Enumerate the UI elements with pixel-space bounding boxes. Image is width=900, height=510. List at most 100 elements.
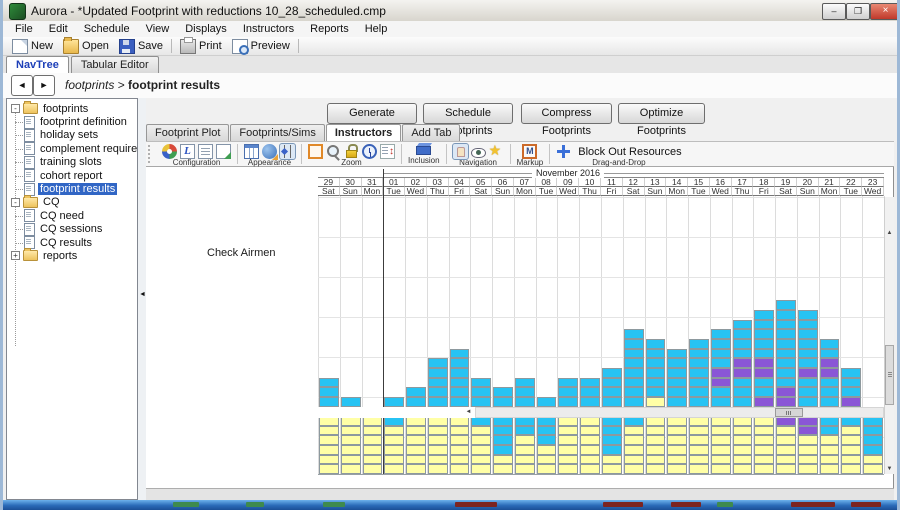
tree-item-cq-results[interactable]: CQ results: [7, 236, 137, 249]
footprint-cell-cyan[interactable]: [798, 320, 818, 330]
footprint-cell-cyan[interactable]: [319, 397, 339, 407]
tree-item-complement-requirements[interactable]: complement requirements: [7, 142, 137, 155]
footprint-cell-cyan[interactable]: [624, 387, 644, 397]
footprint-cell-yellow[interactable]: [646, 445, 666, 455]
footprint-cell-cyan[interactable]: [689, 349, 709, 359]
footprint-cell-yellow[interactable]: [733, 435, 753, 445]
footprint-cell-yellow[interactable]: [471, 445, 491, 455]
footprint-cell-cyan[interactable]: [450, 358, 470, 368]
menu-item-reports[interactable]: Reports: [302, 23, 357, 35]
footprint-cell-yellow[interactable]: [841, 426, 861, 436]
footprint-cell-yellow[interactable]: [580, 464, 600, 474]
footprint-cell-cyan[interactable]: [711, 358, 731, 368]
footprint-cell-cyan[interactable]: [820, 426, 840, 436]
footprint-cell-cyan[interactable]: [754, 310, 774, 320]
tab-navtree[interactable]: NavTree: [6, 56, 69, 73]
footprint-cell-cyan[interactable]: [711, 387, 731, 397]
footprint-cell-cyan[interactable]: [689, 378, 709, 388]
menu-item-displays[interactable]: Displays: [177, 23, 235, 35]
footprint-cell-cyan[interactable]: [624, 378, 644, 388]
horizontal-scroll-thumb[interactable]: [775, 408, 803, 417]
footprint-cell-yellow[interactable]: [450, 445, 470, 455]
footprint-cell-yellow[interactable]: [820, 464, 840, 474]
footprint-cell-cyan[interactable]: [754, 349, 774, 359]
footprint-cell-cyan[interactable]: [841, 378, 861, 388]
footprint-cell-cyan[interactable]: [602, 378, 622, 388]
footprint-cell-cyan[interactable]: [863, 435, 883, 445]
footprint-cell-cyan[interactable]: [515, 378, 535, 388]
footprint-cell-cyan[interactable]: [515, 426, 535, 436]
footprint-cell-cyan[interactable]: [624, 358, 644, 368]
footprint-cell-yellow[interactable]: [841, 455, 861, 465]
tab-tabular-editor[interactable]: Tabular Editor: [71, 56, 159, 73]
cube-icon[interactable]: [416, 146, 431, 155]
scroll-up-icon[interactable]: ▲: [885, 230, 894, 236]
footprint-cell-yellow[interactable]: [384, 445, 404, 455]
tab-add-tab[interactable]: Add Tab: [402, 124, 460, 141]
footprint-cell-purple[interactable]: [754, 368, 774, 378]
footprint-cell-purple[interactable]: [711, 368, 731, 378]
magnifier-icon[interactable]: [326, 144, 341, 159]
tree-item-cq[interactable]: -CQ: [7, 196, 137, 209]
footprint-cell-yellow[interactable]: [319, 445, 339, 455]
footprint-cell-yellow[interactable]: [428, 426, 448, 436]
footprint-cell-cyan[interactable]: [624, 349, 644, 359]
footprint-cell-cyan[interactable]: [776, 339, 796, 349]
footprint-cell-yellow[interactable]: [646, 426, 666, 436]
footprint-cell-yellow[interactable]: [580, 455, 600, 465]
footprint-cell-cyan[interactable]: [624, 397, 644, 407]
footprint-cell-yellow[interactable]: [798, 455, 818, 465]
footprint-cell-yellow[interactable]: [384, 464, 404, 474]
footprint-cell-cyan[interactable]: [450, 349, 470, 359]
footprint-cell-yellow[interactable]: [319, 464, 339, 474]
footprint-cell-yellow[interactable]: [363, 426, 383, 436]
footprint-cell-cyan[interactable]: [646, 339, 666, 349]
footprint-cell-yellow[interactable]: [363, 435, 383, 445]
footprint-cell-cyan[interactable]: [754, 387, 774, 397]
footprint-cell-cyan[interactable]: [493, 435, 513, 445]
footprint-cell-purple[interactable]: [754, 397, 774, 407]
footprint-cell-yellow[interactable]: [537, 464, 557, 474]
footprint-cell-purple[interactable]: [733, 358, 753, 368]
footprint-cell-yellow[interactable]: [776, 435, 796, 445]
footprint-cell-cyan[interactable]: [776, 300, 796, 310]
footprint-cell-cyan[interactable]: [841, 387, 861, 397]
footprint-cell-cyan[interactable]: [580, 378, 600, 388]
optimize-footprints-button[interactable]: Optimize Footprints: [618, 103, 705, 124]
footprint-cell-yellow[interactable]: [776, 464, 796, 474]
footprint-cell-yellow[interactable]: [711, 445, 731, 455]
footprint-cell-yellow[interactable]: [406, 464, 426, 474]
report-icon[interactable]: [198, 144, 213, 159]
breadcrumb-parent[interactable]: footprints: [65, 78, 114, 92]
tree-item-cq-sessions[interactable]: CQ sessions: [7, 223, 137, 236]
footprint-cell-cyan[interactable]: [493, 445, 513, 455]
print-button[interactable]: Print: [175, 38, 227, 55]
footprint-cell-cyan[interactable]: [428, 387, 448, 397]
tab-footprint-plot[interactable]: Footprint Plot: [146, 124, 229, 141]
footprint-cell-cyan[interactable]: [646, 349, 666, 359]
footprint-cell-purple[interactable]: [798, 426, 818, 436]
footprint-cell-yellow[interactable]: [754, 455, 774, 465]
footprint-cell-yellow[interactable]: [820, 445, 840, 455]
footprint-cell-cyan[interactable]: [733, 387, 753, 397]
footprint-cell-yellow[interactable]: [624, 455, 644, 465]
compress-footprints-button[interactable]: Compress Footprints: [521, 103, 612, 124]
footprint-cell-cyan[interactable]: [646, 368, 666, 378]
footprint-cell-cyan[interactable]: [493, 397, 513, 407]
footprint-cell-cyan[interactable]: [428, 358, 448, 368]
footprint-cell-cyan[interactable]: [428, 368, 448, 378]
footprint-cell-cyan[interactable]: [319, 387, 339, 397]
footprint-cell-cyan[interactable]: [820, 349, 840, 359]
footprint-cell-yellow[interactable]: [384, 455, 404, 465]
footprint-cell-cyan[interactable]: [384, 397, 404, 407]
footprint-cell-yellow[interactable]: [733, 455, 753, 465]
tree-item-footprints[interactable]: -footprints: [7, 102, 137, 115]
minimize-button[interactable]: –: [822, 3, 846, 20]
footprint-cell-yellow[interactable]: [667, 435, 687, 445]
footprint-cell-cyan[interactable]: [319, 378, 339, 388]
footprint-cell-cyan[interactable]: [711, 349, 731, 359]
footprint-cell-cyan[interactable]: [689, 339, 709, 349]
footprint-cell-cyan[interactable]: [406, 397, 426, 407]
footprint-cell-yellow[interactable]: [646, 397, 666, 407]
footprint-cell-cyan[interactable]: [450, 397, 470, 407]
